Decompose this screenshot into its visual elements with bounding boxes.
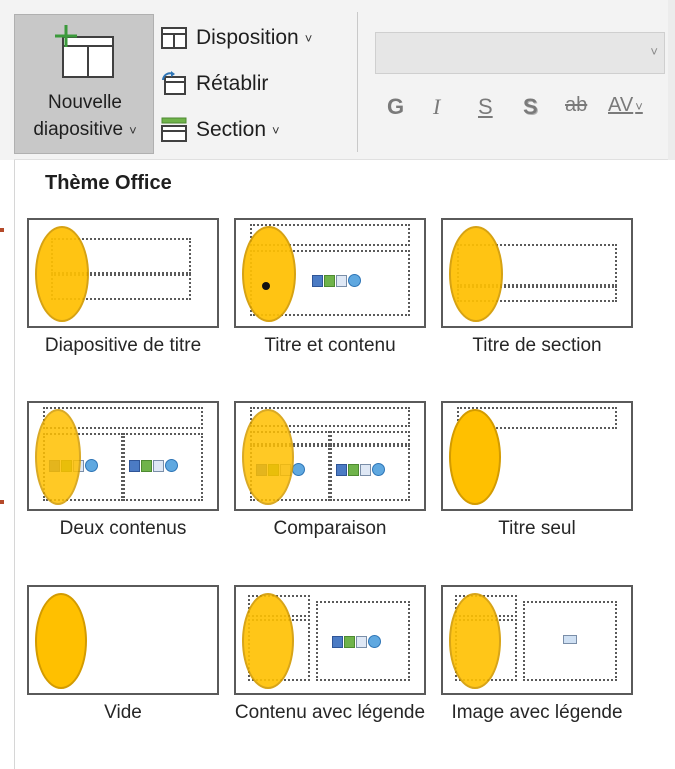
layout-thumbnail (441, 585, 633, 695)
chevron-down-icon: ˅ (635, 99, 643, 114)
picture-icon (292, 463, 305, 477)
layout-thumbnail (441, 218, 633, 328)
smartart-icon (153, 459, 164, 472)
side-mark (0, 228, 4, 232)
chevron-down-icon: ˅ (272, 122, 280, 138)
gallery-title: Thème Office (45, 172, 172, 194)
highlight-oval (449, 409, 501, 505)
chevron-down-icon: ˅ (129, 123, 137, 138)
layout-label: Titre seul (498, 518, 576, 539)
layout-label: Diapositive de titre (44, 335, 202, 356)
italic-button[interactable]: I (433, 94, 440, 130)
layout-label: Titre de section (472, 335, 602, 356)
underline-button[interactable]: S (478, 94, 493, 130)
highlight-oval (242, 409, 294, 505)
table-icon (312, 274, 323, 287)
layout-label: Contenu avec légende (234, 702, 426, 723)
layout-gallery: Thème Office Diapositive de titre Titre … (14, 160, 662, 769)
reset-button[interactable]: Rétablir (160, 68, 268, 100)
font-name-combobox[interactable]: ˅ (375, 32, 665, 74)
content-icons (129, 457, 179, 475)
picture-icon (165, 459, 178, 473)
layout-label: Comparaison (273, 518, 387, 539)
reset-icon (162, 71, 186, 95)
content-icons (336, 461, 386, 479)
content-icons (312, 272, 362, 290)
layout-thumbnail (234, 218, 426, 328)
chart-icon (141, 459, 152, 472)
layout-label: Titre et contenu (264, 335, 396, 356)
character-spacing-button[interactable]: AV ˅ (608, 94, 643, 130)
chart-icon (348, 463, 359, 476)
new-slide-icon (55, 25, 114, 78)
ribbon-left-edge (0, 0, 14, 160)
highlight-oval (242, 593, 294, 689)
dot-marker (262, 282, 270, 290)
table-icon (129, 459, 140, 472)
highlight-oval (449, 593, 501, 689)
smartart-icon (360, 463, 371, 476)
new-slide-button[interactable]: Nouvelle diapositive ˅ (14, 14, 154, 154)
highlight-oval (35, 409, 81, 505)
highlight-oval (35, 226, 89, 322)
strikethrough-button[interactable]: ab (565, 94, 587, 130)
layout-thumbnail (234, 585, 426, 695)
content-icons (332, 633, 382, 651)
picture-icon (85, 459, 98, 473)
ribbon-right-edge (668, 0, 675, 160)
layout-label: Image avec légende (451, 702, 623, 723)
layout-thumbnail (234, 401, 426, 511)
highlight-oval (35, 593, 87, 689)
chevron-down-icon: ˅ (304, 30, 313, 46)
picture-icon (348, 274, 361, 288)
chart-icon (344, 635, 355, 648)
right-heading-placeholder (330, 431, 410, 445)
layout-thumbnail (27, 218, 219, 328)
section-icon (161, 117, 187, 142)
layout-thumbnail (441, 401, 633, 511)
picture-icon (372, 463, 385, 477)
chevron-down-icon[interactable]: ˅ (650, 44, 658, 59)
layout-label: Deux contenus (59, 518, 187, 539)
smartart-icon (356, 635, 367, 648)
chart-icon (324, 274, 335, 287)
smartart-icon (336, 274, 347, 287)
layout-thumbnail (27, 585, 219, 695)
picture-icon (368, 635, 381, 649)
highlight-oval (449, 226, 503, 322)
bold-button[interactable]: G (387, 94, 404, 130)
highlight-oval (242, 226, 296, 322)
layout-label: Vide (104, 702, 142, 723)
new-slide-label: Nouvelle diapositive ˅ (33, 92, 137, 140)
disposition-button[interactable]: Disposition ˅ (160, 22, 312, 54)
layout-thumbnail (27, 401, 219, 511)
shadow-button[interactable]: S (523, 94, 538, 130)
layout-icon (161, 27, 187, 49)
table-icon (332, 635, 343, 648)
section-button[interactable]: Section ˅ (160, 114, 280, 146)
picture-icon (563, 635, 577, 644)
side-mark (0, 500, 4, 504)
table-icon (336, 463, 347, 476)
group-separator (357, 12, 358, 152)
ribbon: Nouvelle diapositive ˅ Disposition ˅ Réta… (0, 0, 675, 160)
